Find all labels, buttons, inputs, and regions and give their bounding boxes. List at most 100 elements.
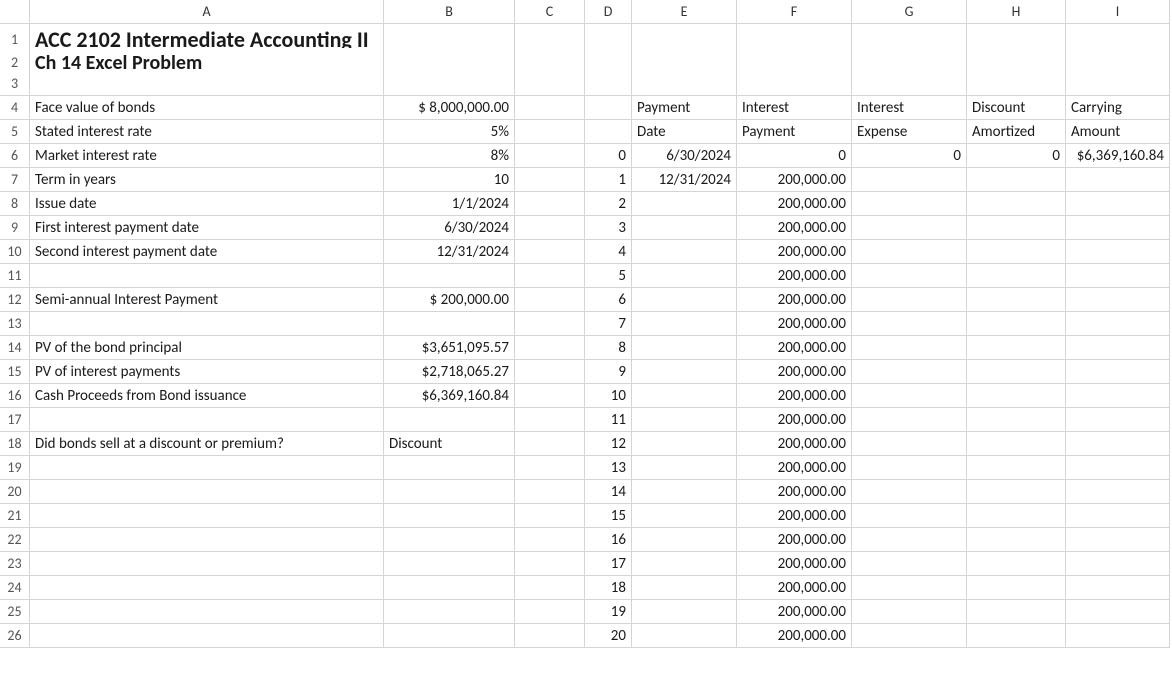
- hdr-interest2[interactable]: Interest: [852, 96, 967, 120]
- cell-C10[interactable]: [515, 240, 585, 264]
- cell-E14[interactable]: [632, 336, 737, 360]
- cell-A22[interactable]: [30, 528, 384, 552]
- cell-G8[interactable]: [852, 192, 967, 216]
- label-termYears[interactable]: Term in years: [30, 168, 384, 192]
- amort-date-1[interactable]: 12/31/2024: [632, 168, 737, 192]
- cell-C20[interactable]: [515, 480, 585, 504]
- cell-B26[interactable]: [384, 624, 515, 648]
- row-header-21[interactable]: 21: [0, 504, 30, 528]
- cell-C14[interactable]: [515, 336, 585, 360]
- cell-G3[interactable]: [852, 72, 967, 96]
- cell-I9[interactable]: [1066, 216, 1170, 240]
- amort-n-14[interactable]: 14: [585, 480, 632, 504]
- cell-I25[interactable]: [1066, 600, 1170, 624]
- row-header-6[interactable]: 6: [0, 144, 30, 168]
- value-faceValue[interactable]: $ 8,000,000.00: [384, 96, 515, 120]
- cell-H3[interactable]: [967, 72, 1066, 96]
- col-header-E[interactable]: E: [632, 0, 737, 24]
- hdr-carrying[interactable]: Carrying: [1066, 96, 1170, 120]
- label-marketRate[interactable]: Market interest rate: [30, 144, 384, 168]
- cell-A17[interactable]: [30, 408, 384, 432]
- cell-C26[interactable]: [515, 624, 585, 648]
- value-issueDate[interactable]: 1/1/2024: [384, 192, 515, 216]
- cell-C6[interactable]: [515, 144, 585, 168]
- cell-H14[interactable]: [967, 336, 1066, 360]
- value-statedRate[interactable]: 5%: [384, 120, 515, 144]
- value-firstPayDate[interactable]: 6/30/2024: [384, 216, 515, 240]
- cell-I15[interactable]: [1066, 360, 1170, 384]
- cell-B11[interactable]: [384, 264, 515, 288]
- amort-intpay-7[interactable]: 200,000.00: [737, 312, 852, 336]
- cell-C22[interactable]: [515, 528, 585, 552]
- cell-G25[interactable]: [852, 600, 967, 624]
- cell-C19[interactable]: [515, 456, 585, 480]
- cell-I26[interactable]: [1066, 624, 1170, 648]
- cell-A23[interactable]: [30, 552, 384, 576]
- row-header-22[interactable]: 22: [0, 528, 30, 552]
- cell-E11[interactable]: [632, 264, 737, 288]
- cell-G22[interactable]: [852, 528, 967, 552]
- cell-C23[interactable]: [515, 552, 585, 576]
- amort-carry-0[interactable]: $6,369,160.84: [1066, 144, 1170, 168]
- amort-intpay-9[interactable]: 200,000.00: [737, 360, 852, 384]
- amort-n-13[interactable]: 13: [585, 456, 632, 480]
- amort-n-17[interactable]: 17: [585, 552, 632, 576]
- row-header-9[interactable]: 9: [0, 216, 30, 240]
- col-header-A[interactable]: A: [30, 0, 384, 24]
- value-secondPayDate[interactable]: 12/31/2024: [384, 240, 515, 264]
- cell-C17[interactable]: [515, 408, 585, 432]
- amort-intpay-18[interactable]: 200,000.00: [737, 576, 852, 600]
- cell-H24[interactable]: [967, 576, 1066, 600]
- cell-G9[interactable]: [852, 216, 967, 240]
- hdr-amount[interactable]: Amount: [1066, 120, 1170, 144]
- cell-B23[interactable]: [384, 552, 515, 576]
- label-discOrPrem[interactable]: Did bonds sell at a discount or premium?: [30, 432, 384, 456]
- cell-C7[interactable]: [515, 168, 585, 192]
- value-pvInterest[interactable]: $2,718,065.27: [384, 360, 515, 384]
- cell-I19[interactable]: [1066, 456, 1170, 480]
- row-header-3[interactable]: 3: [0, 72, 30, 96]
- cell-C5[interactable]: [515, 120, 585, 144]
- col-header-H[interactable]: H: [967, 0, 1066, 24]
- cell-C13[interactable]: [515, 312, 585, 336]
- cell-G24[interactable]: [852, 576, 967, 600]
- cell-G16[interactable]: [852, 384, 967, 408]
- amort-n-0[interactable]: 0: [585, 144, 632, 168]
- cell-I21[interactable]: [1066, 504, 1170, 528]
- cell-A3[interactable]: [30, 72, 384, 96]
- row-header-10[interactable]: 10: [0, 240, 30, 264]
- cell-E9[interactable]: [632, 216, 737, 240]
- cell-E24[interactable]: [632, 576, 737, 600]
- amort-intexp-0[interactable]: 0: [852, 144, 967, 168]
- cell-H15[interactable]: [967, 360, 1066, 384]
- row-header-8[interactable]: 8: [0, 192, 30, 216]
- amort-intpay-5[interactable]: 200,000.00: [737, 264, 852, 288]
- cell-E23[interactable]: [632, 552, 737, 576]
- amort-intpay-6[interactable]: 200,000.00: [737, 288, 852, 312]
- cell-E22[interactable]: [632, 528, 737, 552]
- cell-E25[interactable]: [632, 600, 737, 624]
- col-header-B[interactable]: B: [384, 0, 515, 24]
- cell-I12[interactable]: [1066, 288, 1170, 312]
- hdr-amortized[interactable]: Amortized: [967, 120, 1066, 144]
- col-header-D[interactable]: D: [585, 0, 632, 24]
- cell-I22[interactable]: [1066, 528, 1170, 552]
- cell-E13[interactable]: [632, 312, 737, 336]
- row-header-19[interactable]: 19: [0, 456, 30, 480]
- cell-B3[interactable]: [384, 72, 515, 96]
- cell-I11[interactable]: [1066, 264, 1170, 288]
- cell-I7[interactable]: [1066, 168, 1170, 192]
- cell-C3[interactable]: [515, 72, 585, 96]
- spreadsheet-grid[interactable]: ABCDEFGHI1ACC 2102 Intermediate Accounti…: [0, 0, 1172, 648]
- cell-I16[interactable]: [1066, 384, 1170, 408]
- amort-n-1[interactable]: 1: [585, 168, 632, 192]
- amort-intpay-20[interactable]: 200,000.00: [737, 624, 852, 648]
- cell-C9[interactable]: [515, 216, 585, 240]
- cell-G10[interactable]: [852, 240, 967, 264]
- cell-H13[interactable]: [967, 312, 1066, 336]
- cell-G7[interactable]: [852, 168, 967, 192]
- amort-n-9[interactable]: 9: [585, 360, 632, 384]
- amort-n-8[interactable]: 8: [585, 336, 632, 360]
- cell-I17[interactable]: [1066, 408, 1170, 432]
- cell-C12[interactable]: [515, 288, 585, 312]
